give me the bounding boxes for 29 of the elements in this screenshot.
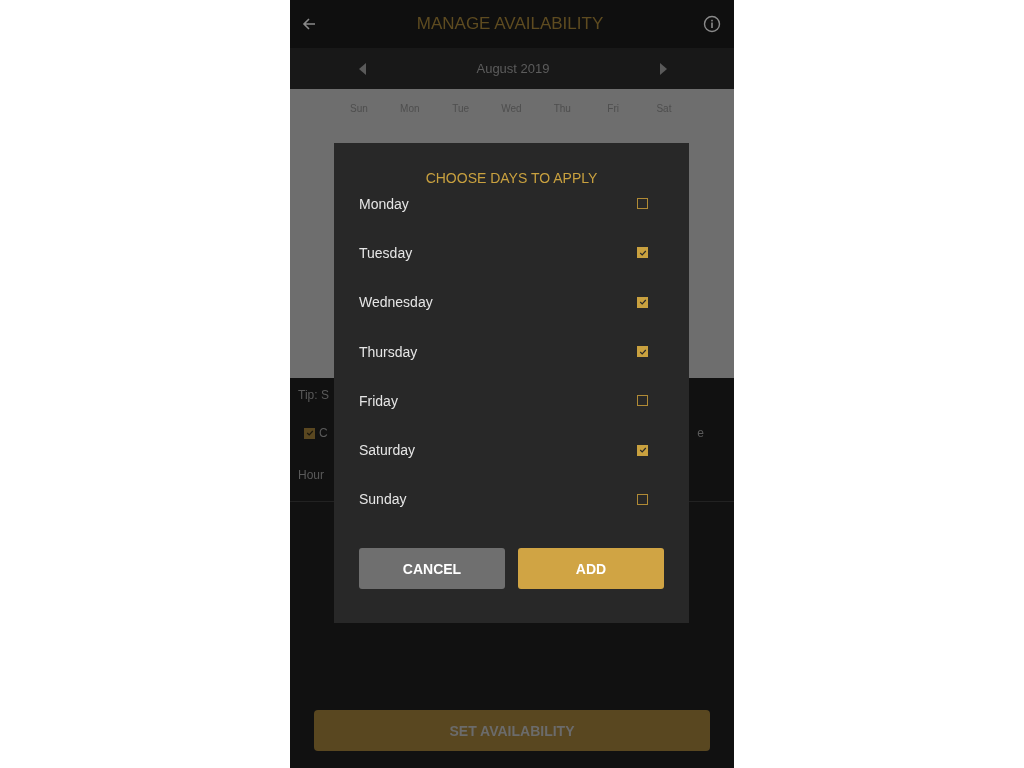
back-arrow-icon[interactable] [301, 16, 317, 32]
previous-month-icon[interactable] [359, 62, 367, 75]
day-label: Thursday [359, 343, 418, 360]
day-checkbox[interactable] [637, 198, 648, 210]
add-button[interactable]: ADD [518, 548, 664, 590]
tip-text: Tip: S [298, 388, 329, 402]
cancel-button[interactable]: CANCEL [359, 548, 505, 590]
day-checkbox[interactable] [637, 247, 648, 259]
day-label: Wednesday [359, 294, 433, 311]
day-label: Monday [359, 195, 409, 212]
option-text: e [697, 426, 704, 440]
day-label: Sunday [359, 491, 407, 508]
day-checkbox[interactable] [637, 296, 648, 308]
day-label: Tuesday [359, 244, 413, 261]
day-checkbox[interactable] [637, 493, 648, 505]
option-label: C [319, 426, 328, 440]
month-label: August 2019 [476, 61, 550, 76]
dialog-title: CHOOSE DAYS TO APPLY [424, 170, 599, 186]
day-label: Friday [359, 392, 398, 409]
info-icon[interactable] [703, 15, 721, 33]
hours-label: Hour [298, 468, 324, 482]
option-checkbox[interactable] [304, 427, 315, 439]
day-checkbox[interactable] [637, 444, 648, 456]
screen-title: MANAGE AVAILABILITY [416, 14, 604, 34]
day-label: Saturday [359, 442, 416, 459]
day-checkbox[interactable] [637, 346, 648, 358]
day-checkbox[interactable] [637, 395, 648, 407]
next-month-icon[interactable] [659, 62, 667, 75]
set-availability-button[interactable]: SET AVAILABILITY [314, 710, 710, 751]
